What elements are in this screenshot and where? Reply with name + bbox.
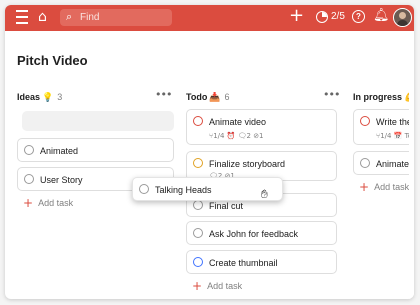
search-icon: ⌕ [66,10,73,23]
plus-icon: + [359,180,370,194]
drop-placeholder [22,111,174,131]
app-window: ⌂ ⌕ + 2/5 ? 🔔︎ Pitch Video Ideas💡3 ••• A… [5,5,414,299]
karma-count[interactable]: 2/5 [331,11,345,22]
task-title: Finalize storyboard [209,159,286,169]
column-count: 6 [224,92,230,102]
top-bar: ⌂ ⌕ + 2/5 ? 🔔︎ [5,5,414,31]
add-task-button[interactable]: + Add task [359,180,409,194]
task-checkbox[interactable] [193,200,203,210]
task-title: Final cut [209,201,244,211]
task-title: Animate video [209,117,267,127]
add-icon[interactable]: + [289,6,304,26]
window-edge [409,31,414,299]
add-task-button[interactable]: + Add task [192,279,242,293]
menu-icon[interactable] [16,10,28,24]
column-title: Ideas [17,92,41,102]
task-checkbox[interactable] [193,228,203,238]
column-more-icon[interactable]: ••• [323,88,340,101]
column-title: In progress [353,92,403,102]
task-card[interactable]: Write the ⑂1/4 📅 To [353,109,414,145]
task-checkbox[interactable] [193,158,203,168]
task-meta: ⑂1/4 ⏰ 🗨2 ⊘1 [209,132,264,140]
column-count: 3 [57,92,63,102]
task-checkbox[interactable] [360,116,370,126]
add-task-label: Add task [374,182,410,192]
bulb-emoji: 💡 [42,93,54,103]
task-checkbox[interactable] [193,116,203,126]
column-title: Todo [186,92,208,102]
help-icon[interactable]: ? [352,10,365,23]
task-meta: ⑂1/4 📅 To [376,132,413,140]
notifications-icon[interactable]: 🔔︎ [373,8,390,24]
plus-icon: + [192,279,203,293]
productivity-icon[interactable] [316,11,328,23]
grab-hand-icon: ✋︎ [261,187,268,201]
add-task-label: Add task [207,281,243,291]
task-title: Talking Heads [155,185,212,195]
task-card[interactable]: Create thumbnail [186,250,337,274]
add-task-label: Add task [38,198,74,208]
task-checkbox[interactable] [193,257,203,267]
task-title: User Story [40,175,83,185]
task-checkbox[interactable] [24,145,34,155]
search-input[interactable] [80,9,165,26]
column-header-ideas: Ideas 💡 3 [17,92,62,103]
column-more-icon[interactable]: ••• [155,88,172,101]
task-checkbox[interactable] [139,184,149,194]
task-card[interactable]: Ask John for feedback [186,221,337,245]
home-icon[interactable]: ⌂ [38,9,47,25]
inbox-emoji: 📥 [209,93,221,103]
avatar[interactable] [393,8,412,27]
plus-icon: + [23,196,34,210]
task-title: Ask John for feedback [209,229,299,239]
task-card[interactable]: Animated [17,138,174,162]
add-task-button[interactable]: + Add task [23,196,73,210]
column-header-todo: Todo 📥 6 [186,92,230,103]
column-header-in-progress: In progress💪 [353,92,414,103]
task-checkbox[interactable] [24,174,34,184]
task-card[interactable]: Animated [353,151,414,175]
task-title: Animated [40,146,79,156]
task-checkbox[interactable] [360,158,370,168]
task-title: Create thumbnail [209,258,278,268]
page-title: Pitch Video [17,53,88,68]
task-title: Write the [376,117,412,127]
task-card[interactable]: Animate video ⑂1/4 ⏰ 🗨2 ⊘1 [186,109,337,145]
search-box[interactable]: ⌕ [60,9,172,26]
